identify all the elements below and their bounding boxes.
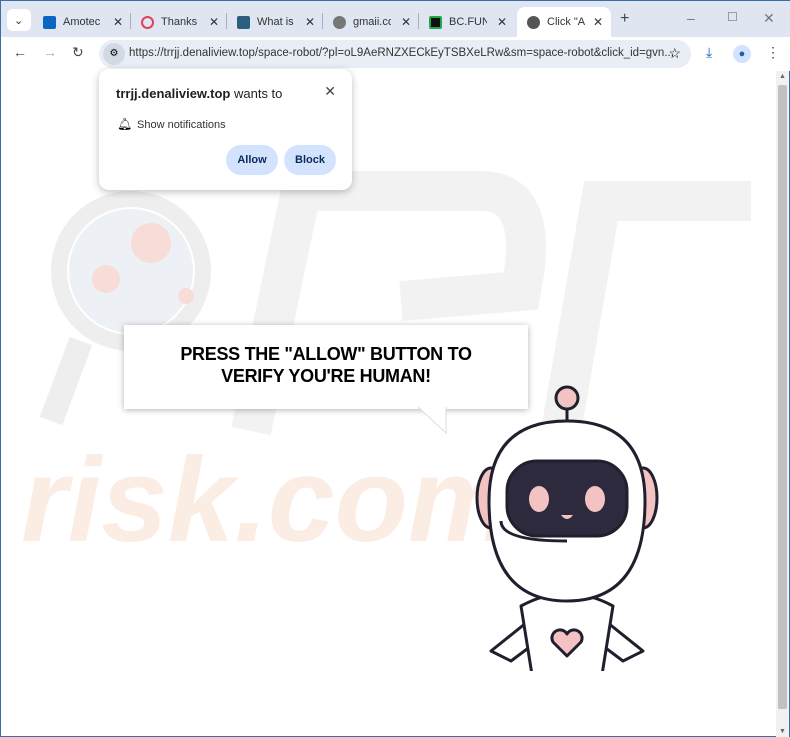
opera-icon: [141, 15, 154, 29]
download-icon[interactable]: ⤓: [706, 44, 712, 61]
bookmark-star-icon[interactable]: ☆: [668, 45, 681, 62]
maximize-button[interactable]: ☐: [727, 10, 738, 24]
close-tab-icon[interactable]: ✕: [401, 15, 411, 29]
tab[interactable]: gmaii.con✕: [323, 7, 419, 37]
tab[interactable]: BC.FUN: C✕: [419, 7, 515, 37]
profile-avatar[interactable]: ●: [733, 45, 751, 63]
bell-icon: 🔔︎: [117, 117, 133, 131]
allow-button[interactable]: Allow: [226, 145, 278, 175]
block-button[interactable]: Block: [284, 145, 336, 175]
permission-label: Show notifications: [137, 119, 226, 131]
close-tab-icon[interactable]: ✕: [305, 15, 315, 29]
bubble-tail: [417, 407, 447, 435]
site-settings-icon[interactable]: ⚙: [103, 43, 125, 65]
tab-search-button[interactable]: ⌄: [7, 9, 31, 31]
tab-active[interactable]: Click "Allo✕: [517, 7, 611, 37]
new-tab-button[interactable]: +: [620, 10, 629, 28]
url-text[interactable]: https://trrjj.denaliview.top/space-robot…: [129, 47, 674, 59]
bcfun-icon: [429, 15, 442, 29]
tab[interactable]: Amotec li✕: [33, 7, 131, 37]
vertical-scrollbar[interactable]: ▲ ▼: [776, 71, 789, 737]
popup-close-button[interactable]: ✕: [324, 83, 336, 100]
minimize-button[interactable]: –: [687, 10, 695, 26]
close-tab-icon[interactable]: ✕: [497, 15, 507, 29]
scrollbar-thumb[interactable]: [778, 85, 787, 709]
address-bar[interactable]: ⚙ https://trrjj.denaliview.top/space-rob…: [99, 40, 691, 68]
tab-bar: ⌄ Amotec li✕ Thanks fo✕ What is y✕ gmaii…: [1, 1, 790, 37]
close-tab-icon[interactable]: ✕: [209, 15, 219, 29]
checkmark-icon: [237, 15, 250, 29]
close-tab-icon[interactable]: ✕: [593, 15, 603, 29]
robot-illustration: [475, 385, 659, 671]
globe-icon: [333, 15, 346, 29]
back-button[interactable]: ←: [13, 44, 27, 60]
robot-icon: [527, 15, 540, 29]
close-tab-icon[interactable]: ✕: [113, 15, 123, 29]
verify-message-bubble: PRESS THE "ALLOW" BUTTON TO VERIFY YOU'R…: [124, 325, 528, 409]
chevron-down-icon: ⌄: [14, 14, 24, 27]
verify-message: PRESS THE "ALLOW" BUTTON TO VERIFY YOU'R…: [180, 344, 472, 386]
reload-button[interactable]: ↻: [72, 44, 84, 61]
linkedin-icon: [43, 15, 56, 29]
menu-icon[interactable]: ⋮: [766, 44, 780, 61]
notification-permission-popup: trrjj.denaliview.top wants to ✕ 🔔︎ Show …: [99, 69, 352, 190]
close-window-button[interactable]: ✕: [763, 10, 775, 27]
popup-title: trrjj.denaliview.top wants to: [116, 86, 283, 101]
watermark-text: risk.com: [21, 433, 515, 567]
forward-button[interactable]: →: [43, 44, 57, 60]
tab[interactable]: Thanks fo✕: [131, 7, 227, 37]
toolbar: ← → ↻ ⚙ https://trrjj.denaliview.top/spa…: [1, 37, 790, 71]
tab[interactable]: What is y✕: [227, 7, 323, 37]
